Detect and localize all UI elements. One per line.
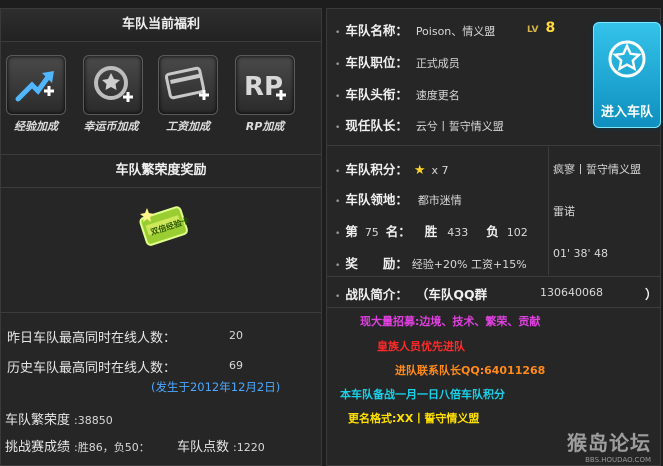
exp-bonus-icon <box>15 71 54 102</box>
reward-value: 经验+20% 工资+15% <box>411 258 527 271</box>
salary-bonus-button[interactable]: 工资加成 <box>158 55 218 135</box>
salary-bonus-label: 工资加成 <box>166 120 210 133</box>
left-panel: 车队当前福利 经验加成 幸运币加成 工资加成 RP RP加成 车队繁荣度奖励 双… <box>0 8 322 466</box>
rank-prefix: 第 <box>345 224 358 239</box>
ad-line-4: 本车队备战一月一日八倍车队积分 <box>340 388 505 401</box>
salary-bonus-icon <box>165 66 209 100</box>
team-name-value: Poison、情义盟 <box>415 25 496 38</box>
enter-team-button[interactable]: 进入车队 <box>593 22 661 128</box>
lose-label: 负 <box>486 224 499 239</box>
lv-label: LV <box>527 25 539 35</box>
yesterday-online-label: 昨日车队最高同时在线人数： <box>7 331 177 346</box>
lose-value: 102 <box>506 226 528 239</box>
history-online-value: 69 <box>229 359 243 372</box>
history-online-date: (发生于2012年12月2日) <box>151 380 281 394</box>
score-label: 车队积分： <box>345 162 408 177</box>
coin-bonus-button[interactable]: 幸运币加成 <box>83 55 143 135</box>
history-online-label: 历史车队最高同时在线人数： <box>7 361 177 376</box>
rank-value: 75 <box>364 226 379 239</box>
yesterday-online-value: 20 <box>229 329 243 342</box>
team-name-label: 车队名称： <box>345 23 408 38</box>
territory-label: 车队领地： <box>345 192 408 207</box>
position-label: 车队职位： <box>345 55 408 70</box>
welfare-title: 车队当前福利 <box>1 9 321 42</box>
win-value: 433 <box>447 226 469 239</box>
score-value: x 7 <box>431 164 449 177</box>
position-value: 正式成员 <box>415 57 460 70</box>
reward-label: 奖 励： <box>345 256 408 271</box>
coin-bonus-icon <box>94 66 133 102</box>
star-score-icon: ★ <box>413 163 426 178</box>
exp-bonus-button[interactable]: 经验加成 <box>6 55 66 135</box>
intro-value: （车队QQ群 <box>415 287 488 302</box>
rp-bonus-label: RP加成 <box>245 120 285 133</box>
svg-text:RP: RP <box>244 72 283 102</box>
intro-qq: 130640068 <box>540 286 603 299</box>
side-time: 01' 38' 48 <box>553 247 609 260</box>
ad-line-1: 现大量招募:边境、技术、繁荣、贡献 <box>360 315 541 328</box>
challenge-value: :胜86，负50： <box>74 441 150 454</box>
prosperity-title: 车队繁荣度奖励 <box>1 155 321 188</box>
side-member-2[interactable]: 雷诺 <box>553 203 575 219</box>
points-value: :1220 <box>233 441 265 454</box>
territory-value: 都市迷情 <box>417 194 462 207</box>
intro-label: 战队简介： <box>345 287 408 302</box>
watermark: 猴岛论坛 BBS.HOUDAO.COM <box>567 427 651 464</box>
title-value: 速度更名 <box>415 89 460 102</box>
watermark-logo: 猴岛论坛 <box>567 431 651 455</box>
intro-close: ） <box>645 287 658 302</box>
star-icon <box>608 40 646 78</box>
right-panel: • 车队名称： Poison、情义盟 LV 8 • 车队职位： 正式成员 • 车队头衔… <box>326 8 661 466</box>
exp-bonus-label: 经验加成 <box>14 120 58 133</box>
captain-label: 现任队长： <box>345 118 408 133</box>
enter-team-label: 进入车队 <box>600 105 653 120</box>
challenge-label: 挑战赛成绩 <box>5 440 71 455</box>
rp-bonus-button[interactable]: RP RP加成 <box>235 55 295 135</box>
prosperity-value: :38850 <box>74 414 113 427</box>
points-label: 车队点数 <box>177 440 230 455</box>
title-label: 车队头衔： <box>345 87 408 102</box>
coin-bonus-label: 幸运币加成 <box>83 120 139 133</box>
rank-suffix: 名： <box>385 224 411 239</box>
rp-bonus-icon: RP <box>244 72 286 102</box>
win-label: 胜 <box>424 224 438 239</box>
lv-value: 8 <box>545 20 556 36</box>
captain-value: 云兮丨誓守情义盟 <box>415 120 504 133</box>
ad-line-5: 更名格式:XX丨誓守情义盟 <box>348 412 480 425</box>
watermark-url: BBS.HOUDAO.COM <box>585 456 651 464</box>
ad-line-3: 进队联系队长QQ:64011268 <box>395 364 546 377</box>
ad-line-2: 皇族人员优先进队 <box>377 340 465 353</box>
reward-card-icon: 双倍经验卡 <box>135 204 193 250</box>
prosperity-label: 车队繁荣度 <box>5 413 71 428</box>
side-member-1[interactable]: 疯寥丨誓守情义盟 <box>553 161 641 177</box>
